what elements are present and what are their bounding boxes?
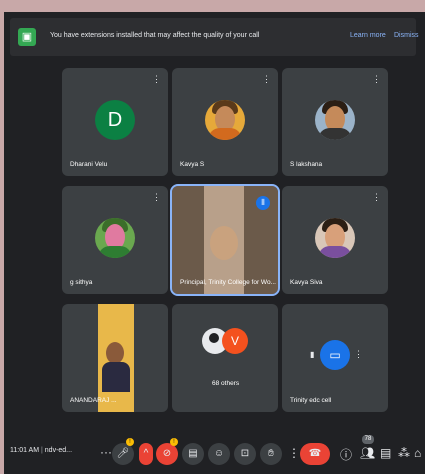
participant-name: Dharani Velu: [70, 161, 108, 168]
participant-name: g sithya: [70, 279, 93, 286]
avatar: [315, 218, 355, 258]
participant-name: Trinity edc cell: [290, 397, 332, 404]
participant-tile[interactable]: ⋮ Kavya Siva: [282, 186, 388, 294]
avatar: D: [95, 100, 135, 140]
time: 11:01 AM: [10, 447, 40, 454]
learn-more-link[interactable]: Learn more: [350, 32, 386, 39]
speaking-indicator-icon: ⦀: [256, 196, 270, 210]
avatar: V: [222, 328, 248, 354]
mic-warning-badge: !: [126, 438, 134, 446]
host-controls-icon[interactable]: ⌂: [414, 446, 421, 460]
participant-tile[interactable]: ⋮ g sithya: [62, 186, 168, 294]
participant-tile[interactable]: D ⋮ Dharani Velu: [62, 68, 168, 176]
mic-options-chevron-icon[interactable]: ^: [139, 443, 153, 465]
extension-icon: ▣: [18, 28, 36, 46]
more-ellipsis-icon[interactable]: ···: [100, 445, 112, 459]
participant-name: S lakshana: [290, 161, 323, 168]
participant-name: ANANDARAJ ...: [70, 397, 117, 404]
activities-icon[interactable]: ⁂: [398, 446, 410, 460]
meeting-time: 11:01 AM | ndv-ed...: [10, 447, 72, 454]
participant-tile[interactable]: ⋮ Kavya S: [172, 68, 278, 176]
camera-warning-badge: !: [170, 438, 178, 446]
participant-tile-speaking[interactable]: ⦀ Principal, Trinity College for Wo...: [170, 184, 280, 296]
banner-message: You have extensions installed that may a…: [50, 32, 260, 39]
person-face: [106, 342, 124, 364]
people-icon[interactable]: 👥︎: [360, 446, 375, 460]
info-icon[interactable]: ⓘ: [340, 446, 352, 463]
meeting-code: ndv-ed...: [44, 447, 73, 454]
participant-name: Kavya Siva: [290, 279, 323, 286]
more-options-icon[interactable]: ⋮: [152, 74, 161, 85]
person-body: [102, 362, 130, 392]
more-options-icon[interactable]: ⋮: [372, 192, 381, 203]
present-button[interactable]: ⊡: [234, 443, 256, 465]
avatar: [95, 218, 135, 258]
more-options-icon[interactable]: ⋮: [354, 349, 363, 360]
camera-off-button[interactable]: ⊘: [156, 443, 178, 465]
participant-tile[interactable]: ▭ ▮ ⋮ Trinity edc cell: [282, 304, 388, 412]
avatar: [315, 100, 355, 140]
emoji-button[interactable]: ☺: [208, 443, 230, 465]
more-options-icon[interactable]: ⋮: [262, 74, 271, 85]
participant-name: Principal, Trinity College for Wo...: [180, 279, 276, 286]
call-controls-toolbar: 11:01 AM | ndv-ed... ··· 🎤︎ ! ^ ⊘ ! ▤ ☺ …: [4, 432, 425, 474]
more-options-icon[interactable]: ⋮: [152, 192, 161, 203]
meet-window: ▣ You have extensions installed that may…: [4, 12, 425, 474]
person-face: [210, 226, 238, 260]
participant-count-badge: 78: [362, 435, 374, 444]
chat-icon[interactable]: ▤: [380, 446, 391, 460]
microphone-button[interactable]: 🎤︎: [112, 443, 134, 465]
pin-icon[interactable]: ▮: [310, 350, 314, 359]
more-options-icon[interactable]: ⋮: [372, 74, 381, 85]
extension-warning-banner: ▣ You have extensions installed that may…: [10, 18, 419, 56]
participant-tile[interactable]: ANANDARAJ ...: [62, 304, 168, 412]
others-count: 68 others: [212, 380, 240, 387]
avatar: [205, 100, 245, 140]
leave-call-button[interactable]: ☎︎: [300, 443, 330, 465]
captions-button[interactable]: ▤: [182, 443, 204, 465]
more-options-icon[interactable]: ⋮: [288, 446, 300, 460]
presentation-icon[interactable]: ▭: [320, 340, 350, 370]
participant-name: Kavya S: [180, 161, 205, 168]
others-tile[interactable]: V 68 others: [172, 304, 278, 412]
participant-tile[interactable]: ⋮ S lakshana: [282, 68, 388, 176]
raise-hand-button[interactable]: ✋︎: [260, 443, 282, 465]
dismiss-link[interactable]: Dismiss: [394, 32, 419, 39]
